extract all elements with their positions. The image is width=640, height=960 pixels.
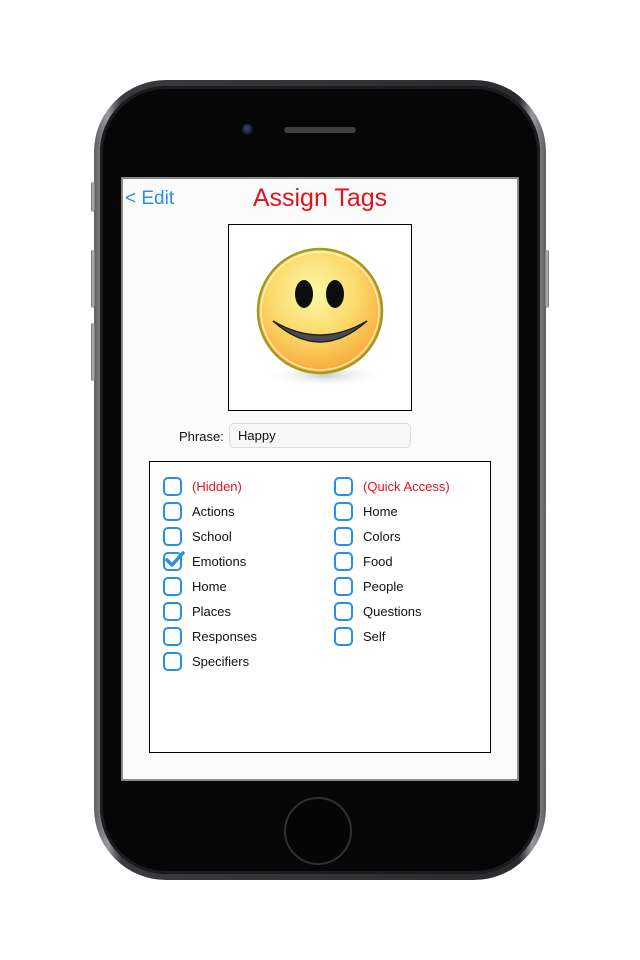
tag-item-emotions[interactable]: Emotions [163, 549, 257, 574]
tag-label: (Quick Access) [363, 479, 450, 494]
tag-label: Home [192, 579, 227, 594]
checkbox-checked[interactable] [163, 551, 185, 571]
symbol-image-frame[interactable] [228, 224, 412, 411]
tags-column-left: (Hidden) Actions School Emotions Home Places R… [163, 474, 257, 674]
smiley-face-icon [256, 247, 385, 387]
home-button[interactable] [284, 797, 352, 865]
checkbox-unchecked[interactable] [163, 602, 182, 621]
checkbox-unchecked[interactable] [334, 577, 353, 596]
phrase-input[interactable] [229, 423, 411, 448]
tag-item-specifiers[interactable]: Specifiers [163, 649, 257, 674]
tag-item-places[interactable]: Places [163, 599, 257, 624]
checkbox-unchecked[interactable] [163, 477, 182, 496]
volume-down-button [91, 323, 95, 381]
checkbox-unchecked[interactable] [334, 527, 353, 546]
checkbox-unchecked[interactable] [334, 602, 353, 621]
volume-up-button [91, 250, 95, 308]
tag-item-colors[interactable]: Colors [334, 524, 450, 549]
tag-label: Emotions [192, 554, 247, 569]
checkbox-unchecked[interactable] [334, 627, 353, 646]
tag-label: Questions [363, 604, 422, 619]
tag-item-responses[interactable]: Responses [163, 624, 257, 649]
tag-item-people[interactable]: People [334, 574, 450, 599]
tag-item-home-right[interactable]: Home [334, 499, 450, 524]
tag-label: Food [363, 554, 393, 569]
front-camera-icon [242, 124, 253, 135]
checkbox-unchecked[interactable] [334, 552, 353, 571]
checkbox-unchecked[interactable] [163, 627, 182, 646]
tag-label: People [363, 579, 404, 594]
tag-label: Specifiers [192, 654, 250, 669]
tag-label: Colors [363, 529, 401, 544]
tag-item-questions[interactable]: Questions [334, 599, 450, 624]
checkbox-unchecked[interactable] [163, 527, 182, 546]
tag-label: School [192, 529, 232, 544]
tag-label: (Hidden) [192, 479, 242, 494]
checkbox-unchecked[interactable] [334, 502, 353, 521]
checkbox-unchecked[interactable] [334, 477, 353, 496]
tag-label: Actions [192, 504, 235, 519]
tag-label: Responses [192, 629, 258, 644]
tag-item-home[interactable]: Home [163, 574, 257, 599]
power-button [545, 250, 549, 308]
tag-label: Self [363, 629, 386, 644]
checkbox-unchecked[interactable] [163, 577, 182, 596]
tag-item-school[interactable]: School [163, 524, 257, 549]
tag-item-food[interactable]: Food [334, 549, 450, 574]
checkbox-unchecked[interactable] [163, 502, 182, 521]
checkbox-unchecked[interactable] [163, 652, 182, 671]
tag-item-quick-access[interactable]: (Quick Access) [334, 474, 450, 499]
checkmark-icon [165, 551, 185, 567]
tags-list-box: (Hidden) Actions School Emotions Home Places R… [149, 461, 491, 753]
tags-column-right: (Quick Access) Home Colors Food People Questi… [334, 474, 450, 649]
tag-label: Places [192, 604, 232, 619]
tag-item-self[interactable]: Self [334, 624, 450, 649]
tag-item-actions[interactable]: Actions [163, 499, 257, 524]
tag-item-hidden[interactable]: (Hidden) [163, 474, 257, 499]
page-title: Assign Tags [252, 184, 388, 212]
phrase-label: Phrase: [179, 429, 224, 444]
earpiece-speaker [284, 127, 356, 133]
tag-label: Home [363, 504, 398, 519]
